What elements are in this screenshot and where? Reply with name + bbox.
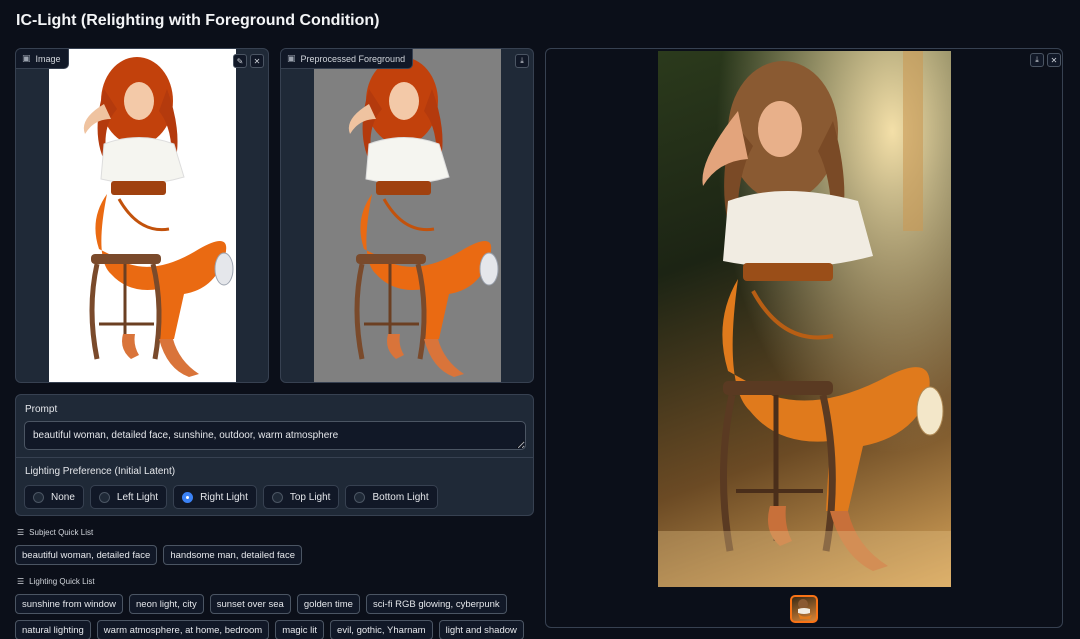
download-icon[interactable]: ⤓ bbox=[515, 54, 529, 68]
lighting-option-top[interactable]: Top Light bbox=[262, 485, 340, 509]
lighting-option-label: Bottom Light bbox=[372, 491, 429, 503]
radio-dot[interactable] bbox=[271, 491, 283, 503]
lighting-chip[interactable]: neon light, city bbox=[129, 594, 204, 614]
lighting-option-bottom[interactable]: Bottom Light bbox=[345, 485, 438, 509]
preprocessed-foreground-label-text: Preprocessed Foreground bbox=[300, 53, 406, 64]
prompt-lighting-section: Prompt beautiful woman, detailed face, s… bbox=[15, 394, 534, 516]
radio-dot[interactable] bbox=[354, 491, 366, 503]
output-image[interactable] bbox=[658, 51, 951, 587]
lighting-preference-label: Lighting Preference (Initial Latent) bbox=[25, 466, 176, 477]
output-figure-illustration bbox=[658, 51, 951, 587]
lighting-chip[interactable]: golden time bbox=[296, 594, 360, 614]
input-image bbox=[49, 49, 236, 382]
lighting-quick-list-row-1: sunshine from window neon light, city su… bbox=[15, 594, 507, 614]
page-title: IC-Light (Relighting with Foreground Con… bbox=[16, 12, 380, 29]
lighting-radio-group: None Left Light Right Light Top Light Bo… bbox=[24, 485, 438, 509]
lighting-quick-list-title: Lighting Quick List bbox=[29, 577, 95, 586]
lighting-chip[interactable]: sunset over sea bbox=[209, 594, 291, 614]
section-divider bbox=[16, 457, 533, 458]
list-icon: ☰ bbox=[17, 528, 25, 537]
output-thumbnail[interactable] bbox=[790, 595, 818, 623]
preprocessed-foreground-label: ▣ Preprocessed Foreground bbox=[281, 49, 414, 69]
subject-chip[interactable]: beautiful woman, detailed face bbox=[15, 545, 158, 565]
radio-dot-selected[interactable] bbox=[182, 491, 194, 503]
lighting-chip[interactable]: sunshine from window bbox=[15, 594, 123, 614]
lighting-option-none[interactable]: None bbox=[24, 485, 84, 509]
lighting-chip[interactable]: sci-fi RGB glowing, cyberpunk bbox=[365, 594, 507, 614]
pencil-icon[interactable]: ✎ bbox=[233, 54, 247, 68]
subject-chip[interactable]: handsome man, detailed face bbox=[163, 545, 302, 565]
thumbnail-figure bbox=[798, 599, 812, 619]
lighting-option-left[interactable]: Left Light bbox=[89, 485, 168, 509]
radio-dot[interactable] bbox=[98, 491, 110, 503]
lighting-option-label: Right Light bbox=[200, 491, 248, 503]
lighting-chip[interactable]: evil, gothic, Yharnam bbox=[330, 620, 433, 639]
output-gallery-panel: ⤓ ✕ bbox=[545, 48, 1063, 628]
lighting-option-right[interactable]: Right Light bbox=[173, 485, 257, 509]
lighting-quick-list-row-2: natural lighting warm atmosphere, at hom… bbox=[15, 620, 524, 639]
input-image-label-text: Image bbox=[35, 53, 61, 64]
lighting-chip[interactable]: magic lit bbox=[275, 620, 325, 639]
lighting-option-label: Left Light bbox=[116, 491, 159, 503]
prompt-input[interactable]: beautiful woman, detailed face, sunshine… bbox=[24, 421, 526, 450]
input-figure-illustration bbox=[83, 57, 234, 377]
close-icon[interactable]: ✕ bbox=[1047, 53, 1061, 67]
image-icon: ▣ bbox=[22, 53, 31, 63]
preprocessed-image bbox=[314, 49, 501, 382]
radio-dot[interactable] bbox=[33, 491, 44, 503]
list-icon: ☰ bbox=[17, 577, 25, 586]
lighting-chip[interactable]: light and shadow bbox=[438, 620, 524, 639]
lighting-option-label: Top Light bbox=[289, 491, 331, 503]
input-image-panel[interactable]: ▣ Image ✎ ✕ bbox=[15, 48, 269, 383]
preprocessed-foreground-panel: ▣ Preprocessed Foreground ⤓ bbox=[280, 48, 534, 383]
lighting-chip[interactable]: warm atmosphere, at home, bedroom bbox=[96, 620, 270, 639]
image-icon: ▣ bbox=[287, 53, 296, 63]
download-icon[interactable]: ⤓ bbox=[1030, 53, 1044, 67]
input-image-label: ▣ Image bbox=[16, 49, 69, 69]
lighting-option-label: None bbox=[51, 491, 75, 503]
subject-quick-list-label: ☰ Subject Quick List bbox=[17, 528, 93, 537]
prompt-label: Prompt bbox=[25, 404, 58, 415]
lighting-quick-list-label: ☰ Lighting Quick List bbox=[17, 577, 95, 586]
preprocessed-figure-illustration bbox=[348, 57, 499, 377]
subject-quick-list-title: Subject Quick List bbox=[29, 528, 94, 537]
subject-quick-list: beautiful woman, detailed face handsome … bbox=[15, 545, 302, 565]
lighting-chip[interactable]: natural lighting bbox=[15, 620, 91, 639]
close-icon[interactable]: ✕ bbox=[250, 54, 264, 68]
